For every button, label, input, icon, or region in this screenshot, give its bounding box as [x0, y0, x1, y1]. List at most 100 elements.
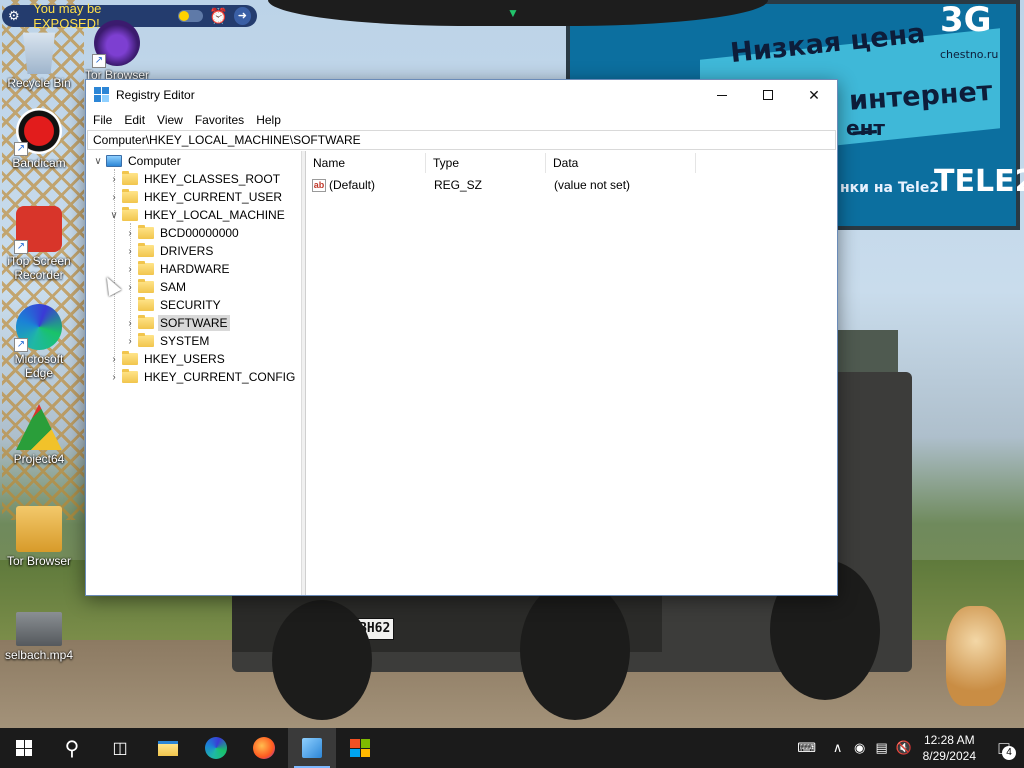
tor-browser-folder-icon — [16, 506, 62, 552]
address-path[interactable]: Computer\HKEY_LOCAL_MACHINE\SOFTWARE — [93, 133, 361, 147]
chevron-right-icon[interactable]: › — [122, 336, 138, 347]
desktop-icon-project64[interactable]: Project64 — [0, 404, 78, 466]
registry-editor-app-icon[interactable] — [94, 87, 110, 103]
vpn-toggle[interactable] — [178, 10, 204, 22]
desktop-icon-recycle-bin[interactable]: Recycle Bin — [0, 28, 78, 90]
maximize-button[interactable] — [745, 80, 791, 110]
chevron-right-icon[interactable]: › — [106, 354, 122, 365]
desktop-icon-microsoft-edge[interactable]: ↗ Microsoft Edge — [0, 304, 78, 380]
chevron-right-icon[interactable]: › — [106, 372, 122, 383]
chevron-right-icon[interactable]: › — [122, 264, 138, 275]
minimize-icon — [717, 94, 727, 96]
taskbar-windows-app[interactable] — [336, 728, 384, 768]
search-button[interactable]: ⚲ — [48, 728, 96, 768]
network-icon[interactable]: ▤ — [871, 740, 893, 756]
volume-muted-icon[interactable]: 🔇 — [893, 740, 915, 756]
taskbar-firefox[interactable] — [240, 728, 288, 768]
chevron-right-icon[interactable]: › — [122, 282, 138, 293]
chevron-down-icon[interactable]: ∨ — [90, 156, 106, 167]
chevron-right-icon[interactable]: › — [122, 246, 138, 257]
tree-node-hkey-current-config[interactable]: › HKEY_CURRENT_CONFIG — [106, 368, 297, 386]
firefox-icon — [253, 737, 275, 759]
desktop-icon-tor-browser[interactable]: ↗ Tor Browser — [78, 20, 156, 82]
desktop-icon-selbach-mp4[interactable]: selbach.mp4 — [0, 612, 78, 662]
desktop-icon-itop-screen-recorder[interactable]: ↗ iTop Screen Recorder — [0, 206, 78, 282]
maximize-icon — [763, 90, 773, 100]
alarm-clock-icon[interactable]: ⏰ — [209, 7, 228, 25]
column-header-type[interactable]: Type — [426, 153, 546, 173]
shortcut-arrow-icon: ↗ — [14, 240, 28, 254]
tree-node-system[interactable]: › SYSTEM — [122, 332, 211, 350]
menu-edit[interactable]: Edit — [118, 110, 151, 130]
desktop-icon-bandicam[interactable]: ↗ Bandicam — [0, 108, 78, 170]
arrow-right-icon[interactable]: ➜ — [233, 7, 252, 25]
chevron-right-icon[interactable]: › — [122, 318, 138, 329]
chevron-right-icon[interactable]: › — [106, 192, 122, 203]
billboard-brand: TELE2 — [934, 164, 1024, 199]
tree-node-hkey-classes-root[interactable]: › HKEY_CLASSES_ROOT — [106, 170, 282, 188]
desktop-icon-label: Microsoft Edge — [14, 352, 64, 380]
vpn-logo-icon: ⚙ — [8, 8, 20, 23]
close-button[interactable]: ✕ — [791, 80, 837, 110]
chevron-right-icon[interactable]: › — [122, 228, 138, 239]
tree-node-hkey-local-machine[interactable]: ∨ HKEY_LOCAL_MACHINE — [106, 206, 287, 224]
taskbar-edge[interactable] — [192, 728, 240, 768]
notification-center-button[interactable]: □ 4 — [984, 728, 1024, 768]
billboard-line3: ент — [846, 116, 885, 140]
tree-node-sam[interactable]: › SAM — [122, 278, 188, 296]
folder-icon — [122, 207, 138, 221]
taskbar: ⚲ ◫ ⌨ ∧ ◉ ▤ 🔇 12:28 AM 8/29/2024 □ 4 — [0, 728, 1024, 768]
hamster-widget[interactable] — [946, 606, 1006, 706]
folder-icon — [138, 297, 154, 311]
chevron-right-icon[interactable]: › — [106, 174, 122, 185]
folder-icon — [138, 243, 154, 257]
windows-flag-icon — [350, 739, 370, 757]
column-header-name[interactable]: Name — [306, 153, 426, 173]
shortcut-arrow-icon: ↗ — [14, 142, 28, 156]
windows-logo-icon — [16, 740, 32, 756]
menu-favorites[interactable]: Favorites — [189, 110, 250, 130]
taskbar-file-explorer[interactable] — [144, 728, 192, 768]
recycle-bin-icon — [22, 32, 56, 74]
values-list[interactable]: Name Type Data ab (Default) REG_SZ (value… — [306, 151, 837, 595]
video-file-icon — [16, 612, 62, 646]
keyboard-icon[interactable]: ⌨ — [787, 740, 827, 756]
key-tree[interactable]: ∨ Computer › HKEY_CLASSES_ROOT › HKEY_CU… — [86, 151, 302, 595]
tree-node-computer[interactable]: ∨ Computer — [90, 152, 183, 170]
desktop-icon-label: Recycle Bin — [7, 76, 71, 90]
tree-node-hkey-users[interactable]: › HKEY_USERS — [106, 350, 227, 368]
shortcut-arrow-icon: ↗ — [14, 338, 28, 352]
title-bar[interactable]: Registry Editor ✕ — [86, 80, 837, 110]
menu-file[interactable]: File — [87, 110, 118, 130]
tree-node-security[interactable]: SECURITY — [122, 296, 223, 314]
address-bar[interactable]: Computer\HKEY_LOCAL_MACHINE\SOFTWARE — [87, 130, 836, 150]
itop-screen-recorder-icon: ↗ — [14, 206, 62, 254]
start-button[interactable] — [0, 728, 48, 768]
desktop-icon-tor-browser-folder[interactable]: Tor Browser — [0, 506, 78, 568]
billboard-line4: нки на Tele2 — [840, 180, 940, 196]
menu-help[interactable]: Help — [250, 110, 287, 130]
chevron-down-icon[interactable]: ∨ — [106, 210, 122, 221]
menu-view[interactable]: View — [151, 110, 189, 130]
task-view-button[interactable]: ◫ — [96, 728, 144, 768]
desktop-icon-label: Tor Browser — [6, 554, 71, 568]
camera-icon[interactable]: ◉ — [849, 740, 871, 756]
tree-node-drivers[interactable]: › DRIVERS — [122, 242, 215, 260]
value-row[interactable]: ab (Default) REG_SZ (value not set) — [306, 175, 837, 195]
tree-node-hkey-current-user[interactable]: › HKEY_CURRENT_USER — [106, 188, 284, 206]
tree-node-hardware[interactable]: › HARDWARE — [122, 260, 232, 278]
tree-node-software[interactable]: › SOFTWARE — [122, 314, 230, 332]
value-type: REG_SZ — [434, 178, 483, 192]
clock[interactable]: 12:28 AM 8/29/2024 — [915, 732, 984, 764]
desktop-icon-label: Project64 — [13, 452, 65, 466]
desktop-icon-label: selbach.mp4 — [4, 648, 74, 662]
registry-editor-icon — [302, 738, 322, 758]
taskbar-registry-editor[interactable] — [288, 728, 336, 768]
system-tray: ⌨ ∧ ◉ ▤ 🔇 12:28 AM 8/29/2024 □ 4 — [787, 728, 1024, 768]
minimize-button[interactable] — [699, 80, 745, 110]
chevron-up-icon[interactable]: ∧ — [827, 740, 849, 756]
truck-wheel — [520, 580, 630, 720]
column-header-data[interactable]: Data — [546, 153, 696, 173]
registry-editor-window[interactable]: Registry Editor ✕ File Edit View Favorit… — [85, 79, 838, 596]
tree-node-bcd00000000[interactable]: › BCD00000000 — [122, 224, 241, 242]
